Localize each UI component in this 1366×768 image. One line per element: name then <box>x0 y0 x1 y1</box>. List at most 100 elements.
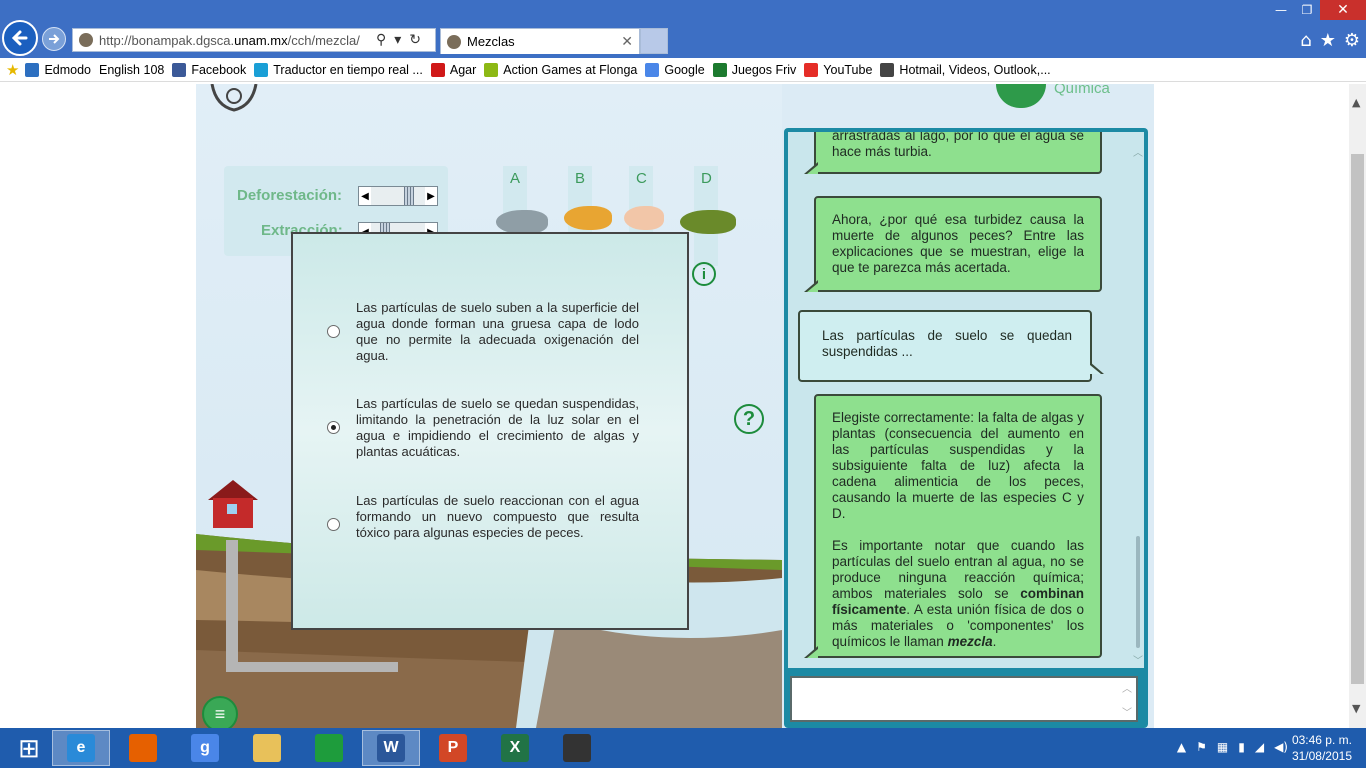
dropdown-icon[interactable]: ▾ <box>394 31 409 47</box>
new-tab-button[interactable] <box>640 28 668 54</box>
chat-input[interactable]: ︿ ﹀ <box>790 676 1138 722</box>
tab-mezclas[interactable]: Mezclas ✕ <box>440 28 640 54</box>
flag-icon[interactable]: ⚑ <box>1196 740 1207 754</box>
favorite-item[interactable]: English 108 <box>99 63 164 77</box>
restore-icon[interactable]: ❐ <box>1294 0 1320 20</box>
input-scroll-down-icon[interactable]: ﹀ <box>1122 704 1132 719</box>
internet-explorer-button[interactable]: e <box>52 730 110 766</box>
powerpoint-button[interactable]: P <box>424 730 482 766</box>
favorite-label: Google <box>664 62 705 77</box>
slider-left-arrow-icon[interactable]: ◀ <box>359 187 371 205</box>
mezclas-app: Química Deforestación: ◀ ▶ Extracción: ◀… <box>196 84 1154 728</box>
page-scrollbar[interactable]: ▲ ▼ <box>1349 84 1366 728</box>
fish-label-a: A <box>510 170 521 187</box>
favorite-item[interactable]: Traductor en tiempo real ... <box>254 62 423 77</box>
fish-b-icon <box>564 206 612 230</box>
fish-d-icon <box>680 210 736 234</box>
option-3-radio[interactable] <box>327 518 340 531</box>
favorite-item[interactable]: Juegos Friv <box>712 62 796 77</box>
favorite-item[interactable]: Hotmail, Videos, Outlook,... <box>880 62 1051 77</box>
tab-favicon-icon <box>447 34 461 49</box>
chat-scrollbar[interactable]: ︿ ﹀ <box>1132 138 1144 668</box>
web-page: Química Deforestación: ◀ ▶ Extracción: ◀… <box>0 84 1349 728</box>
word-button[interactable]: W <box>362 730 420 766</box>
menu-icon[interactable]: ≡ <box>202 696 238 728</box>
clock-date: 31/08/2015 <box>1291 749 1352 763</box>
deforestation-label: Deforestación: <box>237 187 343 204</box>
chat-messages[interactable]: arrastradas al lago, por lo que el agua … <box>788 132 1144 668</box>
favorite-item[interactable]: Google <box>645 62 705 77</box>
option-3[interactable]: Las partículas de suelo reaccionan con e… <box>327 491 639 555</box>
back-button[interactable] <box>2 20 38 56</box>
favorite-item[interactable]: Action Games at Flonga <box>484 62 638 77</box>
favorite-item[interactable]: YouTube <box>804 62 873 77</box>
store-button[interactable] <box>300 730 358 766</box>
store-icon <box>315 734 343 762</box>
start-button[interactable]: ⊞ <box>0 730 58 766</box>
window-close-icon[interactable]: ✕ <box>1320 0 1366 20</box>
answer-options-dialog: Las partículas de suelo suben a la super… <box>291 232 689 630</box>
window-controls: — ❐ ✕ <box>1268 0 1366 20</box>
address-bar[interactable]: http://bonampak.dgsca.unam.mx/cch/mezcla… <box>72 28 436 52</box>
url-domain: unam.mx <box>234 32 288 48</box>
refresh-icon[interactable]: ↻ <box>409 31 429 47</box>
add-favorite-icon[interactable]: ★ <box>6 61 19 79</box>
slider-right-arrow-icon[interactable]: ▶ <box>425 187 437 205</box>
clock[interactable]: 03:46 p. m. 31/08/2015 <box>1292 732 1352 764</box>
scroll-down-icon[interactable]: ﹀ <box>1133 652 1143 667</box>
option-2-text: Las partículas de suelo se quedan suspen… <box>356 396 639 459</box>
signal-icon[interactable]: ◢ <box>1255 740 1264 754</box>
info-icon[interactable]: i <box>692 262 716 286</box>
fish-a-icon <box>496 210 548 234</box>
favorite-icon <box>712 62 727 77</box>
input-scroll-up-icon[interactable]: ︿ <box>1122 680 1132 695</box>
taskbar: ⊞ e g W P X ▲ ⚑ ▦ ▮ ◢ ◀) 03:46 p. m. 31/08/20… <box>0 728 1366 768</box>
favorite-icon <box>645 62 660 77</box>
option-2-radio[interactable] <box>327 421 340 434</box>
deforestation-slider[interactable]: ◀ ▶ <box>358 186 438 206</box>
option-1-radio[interactable] <box>327 325 340 338</box>
tab-close-icon[interactable]: ✕ <box>621 33 633 50</box>
scroll-up-icon[interactable]: ︿ <box>1133 144 1143 159</box>
search-icon[interactable]: ⚲ <box>376 31 394 47</box>
option-1[interactable]: Las partículas de suelo suben a la super… <box>327 298 639 363</box>
firefox-button[interactable] <box>114 730 172 766</box>
puzzle-app-icon <box>563 734 591 762</box>
file-explorer-button[interactable] <box>238 730 296 766</box>
favorite-item[interactable]: Edmodo <box>25 62 91 77</box>
word-icon: W <box>377 734 405 762</box>
network-icon[interactable]: ▦ <box>1217 740 1228 754</box>
option-2[interactable]: Las partículas de suelo se quedan suspen… <box>327 394 639 459</box>
favorite-item[interactable]: Facebook <box>172 62 247 77</box>
help-icon[interactable]: ? <box>734 404 764 434</box>
battery-icon[interactable]: ▮ <box>1238 740 1245 754</box>
system-tray: ▲ ⚑ ▦ ▮ ◢ ◀) <box>1177 740 1288 754</box>
start-icon: ⊞ <box>18 732 40 763</box>
slider-thumb[interactable] <box>404 187 415 205</box>
minimize-icon[interactable]: — <box>1268 0 1294 20</box>
favorites-star-icon[interactable]: ★ <box>1320 30 1336 51</box>
address-tools[interactable]: ⚲▾↻ <box>376 31 429 48</box>
excel-button[interactable]: X <box>486 730 544 766</box>
show-hidden-icons-icon[interactable]: ▲ <box>1177 740 1186 754</box>
favorite-label: YouTube <box>823 62 873 77</box>
favorite-item[interactable]: Agar <box>430 62 476 77</box>
url-text[interactable]: http://bonampak.dgsca.unam.mx/cch/mezcla… <box>99 33 360 48</box>
page-scroll-thumb[interactable] <box>1351 154 1364 684</box>
google-button[interactable]: g <box>176 730 234 766</box>
favorite-label: Facebook <box>191 62 247 77</box>
settings-gear-icon[interactable]: ⚙ <box>1344 30 1360 51</box>
chat-scroll-thumb[interactable] <box>1136 536 1140 648</box>
firefox-icon <box>129 734 157 762</box>
puzzle-app-button[interactable] <box>548 730 606 766</box>
fish-c-icon <box>624 206 664 230</box>
browser-tools: ⌂ ★ ⚙ <box>1300 30 1360 51</box>
home-icon[interactable]: ⌂ <box>1300 30 1311 51</box>
forward-button[interactable] <box>42 27 66 51</box>
page-scroll-up-icon[interactable]: ▲ <box>1352 96 1360 109</box>
page-scroll-down-icon[interactable]: ▼ <box>1352 702 1360 715</box>
favorites-bar: ★ Edmodo English 108 Facebook Traductor en … <box>0 58 1366 82</box>
favorite-icon <box>430 62 445 77</box>
volume-icon[interactable]: ◀) <box>1274 740 1288 754</box>
favorite-label: Action Games at Flonga <box>503 62 638 77</box>
